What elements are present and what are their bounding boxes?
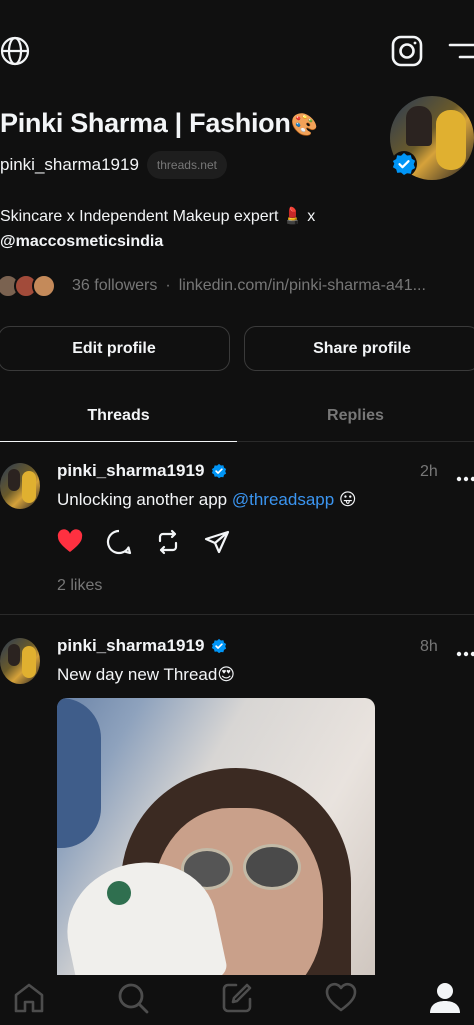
post-emoji: 😛 xyxy=(338,490,357,509)
bio-mention-link[interactable]: @maccosmeticsindia xyxy=(0,229,474,254)
post-avatar[interactable] xyxy=(0,463,40,509)
bottom-nav xyxy=(0,975,474,1025)
profile-name-text: Pinki Sharma | Fashion xyxy=(0,108,291,138)
menu-icon[interactable] xyxy=(448,40,474,62)
post-emoji: 😍 xyxy=(217,665,236,684)
comment-icon[interactable] xyxy=(106,529,132,555)
post-image[interactable] xyxy=(57,698,375,978)
profile-name-emoji: 🎨 xyxy=(290,112,318,137)
handle-row: pinki_sharma1919 threads.net xyxy=(0,151,227,179)
profile-icon[interactable] xyxy=(428,981,462,1015)
thread-post: pinki_sharma1919 8h New day new Thread😍 xyxy=(0,616,474,978)
more-options-icon[interactable] xyxy=(456,469,474,482)
compose-icon[interactable] xyxy=(220,981,254,1015)
post-body: Unlocking another app xyxy=(57,490,228,509)
post-username[interactable]: pinki_sharma1919 xyxy=(57,461,228,481)
verified-icon xyxy=(212,463,227,479)
heart-icon[interactable] xyxy=(57,529,83,555)
repost-icon[interactable] xyxy=(155,529,181,555)
post-mention-link[interactable]: @threadsapp xyxy=(232,490,334,509)
likes-count[interactable]: 2 likes xyxy=(57,577,102,595)
followers-count[interactable]: 36 followers xyxy=(72,277,157,295)
instagram-icon[interactable] xyxy=(390,34,424,68)
post-actions xyxy=(57,529,253,555)
post-body: New day new Thread xyxy=(57,665,218,684)
post-text: Unlocking another app @threadsapp 😛 xyxy=(57,490,357,510)
verified-icon xyxy=(212,638,227,654)
separator-dot: · xyxy=(165,277,171,294)
post-timestamp: 8h xyxy=(420,638,438,655)
tab-threads[interactable]: Threads xyxy=(0,390,237,442)
home-icon[interactable] xyxy=(12,981,46,1015)
profile-tabs: Threads Replies xyxy=(0,390,474,442)
verified-badge-icon xyxy=(390,150,418,178)
edit-profile-button[interactable]: Edit profile xyxy=(0,326,230,371)
post-avatar[interactable] xyxy=(0,638,40,684)
threads-domain-chip[interactable]: threads.net xyxy=(146,151,227,179)
search-icon[interactable] xyxy=(116,981,150,1015)
share-icon[interactable] xyxy=(204,529,230,555)
post-username-text[interactable]: pinki_sharma1919 xyxy=(57,636,204,656)
post-username-text[interactable]: pinki_sharma1919 xyxy=(57,461,204,481)
top-bar xyxy=(0,30,474,70)
post-text: New day new Thread😍 xyxy=(57,665,235,685)
share-profile-button[interactable]: Share profile xyxy=(244,326,474,371)
profile-link[interactable]: linkedin.com/in/pinki-sharma-a41... xyxy=(179,277,426,295)
post-username[interactable]: pinki_sharma1919 xyxy=(57,636,228,656)
followers-row: 36 followers · linkedin.com/in/pinki-sha… xyxy=(0,272,426,300)
tab-replies[interactable]: Replies xyxy=(237,390,474,442)
profile-name: Pinki Sharma | Fashion🎨 xyxy=(0,108,318,139)
follower-avatars[interactable] xyxy=(0,272,64,300)
profile-handle: pinki_sharma1919 xyxy=(0,155,139,174)
more-options-icon[interactable] xyxy=(456,644,474,657)
activity-heart-icon[interactable] xyxy=(324,981,358,1015)
globe-icon[interactable] xyxy=(0,36,30,66)
profile-bio: Skincare x Independent Makeup expert 💄 x… xyxy=(0,204,474,254)
post-timestamp: 2h xyxy=(420,463,438,480)
thread-post: pinki_sharma1919 2h Unlocking another ap… xyxy=(0,443,474,615)
bio-line: Skincare x Independent Makeup expert 💄 x xyxy=(0,208,316,225)
